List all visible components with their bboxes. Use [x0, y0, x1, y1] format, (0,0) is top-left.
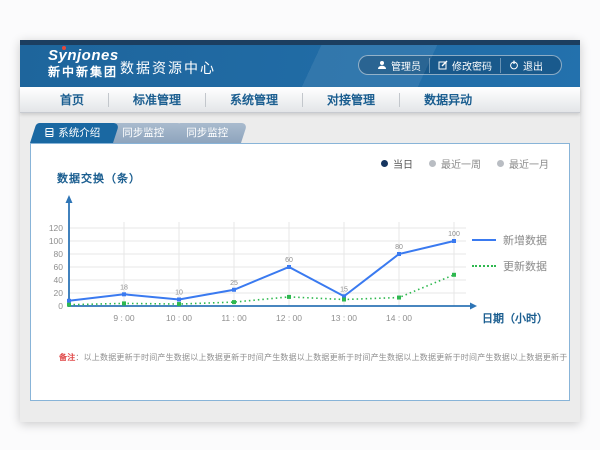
- radio-unselected-icon: [497, 160, 504, 167]
- series-1-marker: [122, 301, 126, 305]
- x-tick-label: 12 : 00: [276, 313, 302, 323]
- page-title: 数据资源中心: [120, 58, 216, 78]
- user-actions-bar: 管理员 修改密码 退出: [358, 55, 562, 75]
- filter-today[interactable]: 当日: [381, 156, 413, 171]
- tab-bar: 系统介绍 同步监控 同步监控: [30, 123, 235, 143]
- series-1-marker: [397, 296, 401, 300]
- x-tick-label: 11 : 00: [221, 313, 247, 323]
- series-0-marker: [397, 252, 401, 256]
- series-1-marker: [287, 295, 291, 299]
- data-point-label: 60: [285, 257, 293, 264]
- series-0-marker: [287, 265, 291, 269]
- logout-button[interactable]: 退出: [500, 58, 551, 73]
- edit-icon: [438, 60, 448, 70]
- y-tick-label: 100: [49, 236, 63, 246]
- radio-selected-icon: [381, 160, 388, 167]
- nav-item-system-mgmt[interactable]: 系统管理: [206, 93, 303, 107]
- company-logo: Synjones 新中新集团: [48, 48, 119, 78]
- admin-user-button[interactable]: 管理员: [369, 58, 429, 73]
- chart-panel: 当日 最近一周 最近一月 数据交换（条） 0 20 40 60 80 100 120 9 : …: [30, 143, 570, 401]
- legend-line-solid: [472, 239, 496, 241]
- x-tick-label: 10 : 00: [166, 313, 192, 323]
- data-point-label: 25: [230, 280, 238, 287]
- series-0-marker: [177, 298, 181, 302]
- logo-red-dot-icon: [62, 46, 66, 50]
- app-header: Synjones 新中新集团 数据资源中心 管理员 修改密码: [20, 45, 580, 87]
- nav-item-interface-mgmt[interactable]: 对接管理: [303, 93, 400, 107]
- series-0-marker: [67, 299, 71, 303]
- y-tick-label: 20: [54, 288, 64, 298]
- range-filter-group: 当日 最近一周 最近一月: [381, 156, 549, 171]
- nav-item-data-change[interactable]: 数据异动: [400, 93, 496, 107]
- x-axis-title: 日期（小时）: [482, 311, 548, 325]
- footnote: 备注：以上数据更新于时间产生数据以上数据更新于时间产生数据以上数据更新于时间产生…: [59, 352, 567, 363]
- data-point-label: 15: [340, 286, 348, 293]
- series-1-marker: [232, 300, 236, 304]
- x-tick-label: 13 : 00: [331, 313, 357, 323]
- x-tick-label: 9 : 00: [113, 313, 135, 323]
- y-tick-label: 0: [58, 301, 63, 311]
- tab-sync-monitor-2[interactable]: 同步监控: [171, 123, 247, 143]
- x-axis-arrow-icon: [470, 303, 477, 310]
- tab-sync-monitor-1[interactable]: 同步监控: [107, 123, 183, 143]
- change-password-button[interactable]: 修改密码: [429, 58, 500, 73]
- series-1-marker: [342, 298, 346, 302]
- chart-legend: 新增数据 更新数据: [472, 232, 547, 274]
- data-point-label: 100: [448, 231, 460, 238]
- legend-line-dotted: [472, 265, 496, 267]
- power-icon: [509, 60, 519, 70]
- series-0-marker: [232, 288, 236, 292]
- series-0-marker: [452, 239, 456, 243]
- x-tick-label: 14 : 00: [386, 313, 412, 323]
- y-axis-title: 数据交换（条）: [57, 170, 141, 186]
- document-icon: [45, 128, 53, 137]
- series-0-marker: [122, 292, 126, 296]
- radio-unselected-icon: [429, 160, 436, 167]
- app-window: Synjones 新中新集团 数据资源中心 管理员 修改密码: [20, 40, 580, 422]
- logo-text-en: Synjones: [48, 48, 119, 63]
- filter-last-month[interactable]: 最近一月: [497, 156, 549, 171]
- nav-item-home[interactable]: 首页: [36, 93, 109, 107]
- tab-system-intro[interactable]: 系统介绍: [30, 123, 119, 143]
- data-point-label: 80: [395, 244, 403, 251]
- legend-item-new-data[interactable]: 新增数据: [472, 232, 547, 248]
- user-icon: [377, 60, 387, 70]
- series-1-marker: [177, 302, 181, 306]
- y-tick-label: 60: [54, 262, 64, 272]
- logo-text-cn: 新中新集团: [48, 66, 119, 78]
- y-tick-label: 80: [54, 249, 64, 259]
- y-tick-label: 120: [49, 223, 63, 233]
- content-area: 系统介绍 同步监控 同步监控 当日 最近一周: [20, 113, 580, 422]
- y-tick-label: 40: [54, 275, 64, 285]
- nav-item-standard-mgmt[interactable]: 标准管理: [109, 93, 206, 107]
- data-point-label: 10: [175, 290, 183, 297]
- main-nav: 首页 标准管理 系统管理 对接管理 数据异动: [20, 87, 580, 113]
- series-1-marker: [67, 303, 71, 307]
- series-1-marker: [452, 273, 456, 277]
- legend-item-updated-data[interactable]: 更新数据: [472, 258, 547, 274]
- filter-last-week[interactable]: 最近一周: [429, 156, 481, 171]
- y-axis-arrow-icon: [66, 195, 73, 203]
- data-point-label: 18: [120, 284, 128, 291]
